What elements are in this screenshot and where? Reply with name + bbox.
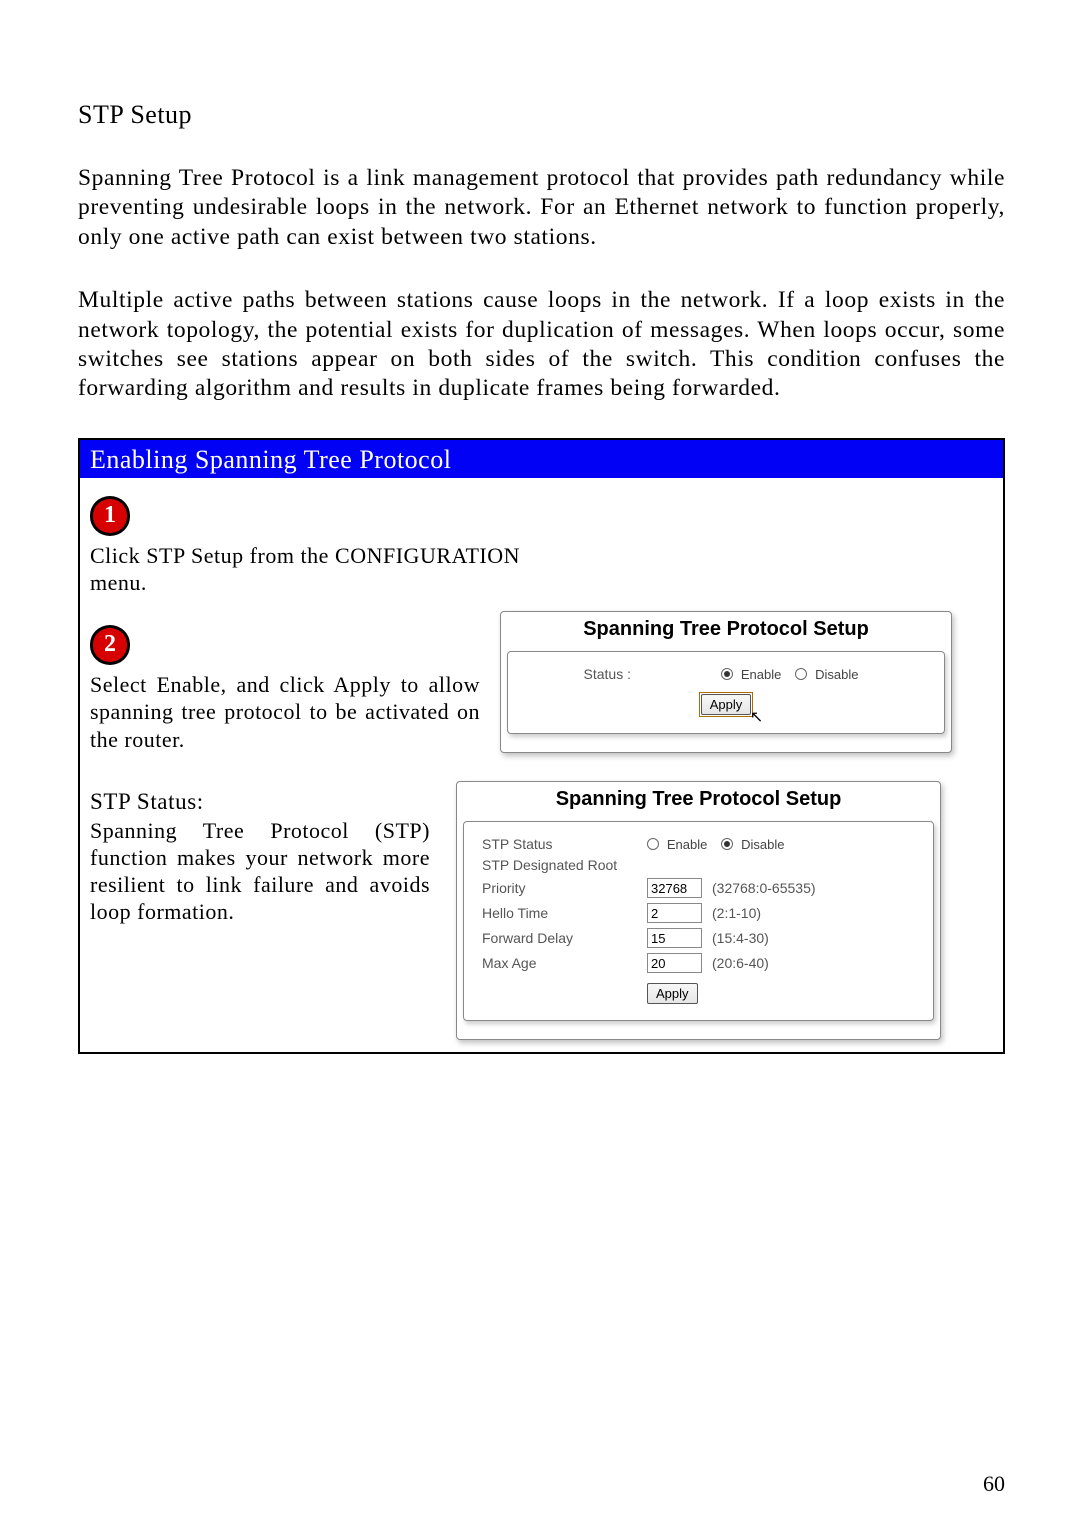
hello-time-input[interactable] — [647, 903, 702, 923]
row-hello-time: Hello Time (2:1-10) — [482, 903, 917, 923]
apply-button-2[interactable]: Apply — [647, 983, 698, 1004]
apply-button-1[interactable]: Apply — [701, 694, 752, 715]
designated-root-label: STP Designated Root — [482, 857, 647, 873]
stp-status-paragraph: Spanning Tree Protocol (STP) function ma… — [90, 817, 430, 925]
intro-paragraph-1: Spanning Tree Protocol is a link managem… — [78, 164, 1005, 252]
row-forward-delay: Forward Delay (15:4-30) — [482, 928, 917, 948]
hello-time-label: Hello Time — [482, 905, 647, 921]
hello-time-hint: (2:1-10) — [712, 905, 761, 921]
stp-status-heading: STP Status: — [90, 789, 430, 815]
max-age-label: Max Age — [482, 955, 647, 971]
status-disable-radio[interactable] — [795, 668, 807, 680]
stp-panel-1-title: Spanning Tree Protocol Setup — [507, 612, 945, 651]
step-2-text: Select Enable, and click Apply to allow … — [90, 671, 480, 754]
step-1: 1 Click STP Setup from the CONFIGURATION… — [90, 496, 993, 597]
stp-setup-panel-1: Spanning Tree Protocol Setup Status : En… — [500, 611, 952, 753]
apply-button-wrap-1: Apply ↖ — [699, 692, 754, 717]
stp-status-enable-radio[interactable] — [647, 838, 659, 850]
max-age-input[interactable] — [647, 953, 702, 973]
procedure-box: Enabling Spanning Tree Protocol 1 Click … — [78, 438, 1005, 1055]
stp-panel-2-inner: STP Status Enable Disable STP Designated… — [463, 821, 934, 1021]
step-badge-2: 2 — [90, 625, 130, 665]
intro-paragraph-2: Multiple active paths between stations c… — [78, 286, 1005, 404]
priority-input[interactable] — [647, 878, 702, 898]
stp-status-label: STP Status — [482, 836, 647, 852]
forward-delay-label: Forward Delay — [482, 930, 647, 946]
priority-label: Priority — [482, 880, 647, 896]
status-enable-label: Enable — [741, 667, 781, 682]
max-age-hint: (20:6-40) — [712, 955, 769, 971]
step-badge-1: 1 — [90, 496, 130, 536]
stp-panel-1-inner: Status : Enable Disable Apply ↖ — [507, 651, 945, 734]
stp-status-disable-label: Disable — [741, 837, 784, 852]
section-heading: STP Setup — [78, 100, 1005, 130]
forward-delay-hint: (15:4-30) — [712, 930, 769, 946]
stp-status-enable-label: Enable — [667, 837, 707, 852]
row-designated-root: STP Designated Root — [482, 857, 917, 873]
page-number: 60 — [983, 1471, 1005, 1497]
status-row: Status : Enable Disable — [584, 666, 869, 682]
row-max-age: Max Age (20:6-40) — [482, 953, 917, 973]
row-priority: Priority (32768:0-65535) — [482, 878, 917, 898]
step-2-row: 2 Select Enable, and click Apply to allo… — [90, 625, 993, 754]
forward-delay-input[interactable] — [647, 928, 702, 948]
procedure-title: Enabling Spanning Tree Protocol — [80, 440, 1003, 478]
status-enable-radio[interactable] — [721, 668, 733, 680]
status-disable-label: Disable — [815, 667, 858, 682]
stp-setup-panel-2: Spanning Tree Protocol Setup STP Status … — [456, 781, 941, 1040]
row-stp-status: STP Status Enable Disable — [482, 836, 917, 852]
stp-status-row: STP Status: Spanning Tree Protocol (STP)… — [90, 789, 993, 1040]
stp-status-disable-radio[interactable] — [721, 838, 733, 850]
step-1-text: Click STP Setup from the CONFIGURATION m… — [90, 542, 520, 597]
status-label: Status : — [584, 666, 631, 682]
priority-hint: (32768:0-65535) — [712, 880, 816, 896]
stp-panel-2-title: Spanning Tree Protocol Setup — [463, 782, 934, 821]
cursor-icon: ↖ — [750, 707, 763, 727]
